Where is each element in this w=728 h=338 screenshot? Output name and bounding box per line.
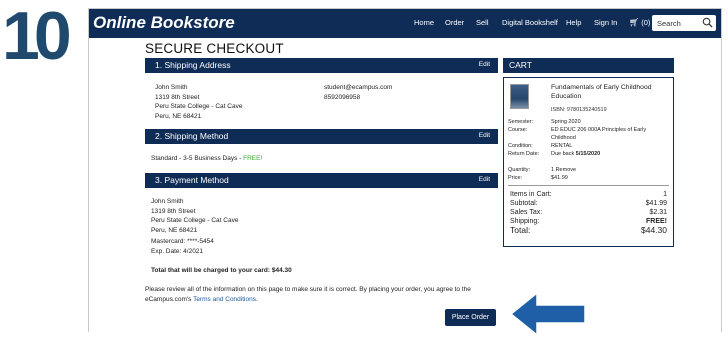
search-input[interactable]: [657, 18, 701, 28]
return-due-date: 5/15/2020: [575, 151, 601, 157]
search-icon[interactable]: [702, 17, 713, 28]
billing-street: 1319 8th Street: [151, 207, 196, 215]
items-in-cart-value: 1: [663, 191, 667, 198]
cart-header: CART: [503, 58, 674, 73]
nav-order[interactable]: Order: [445, 18, 464, 27]
payment-method-header: 3. Payment Method Edit: [145, 173, 498, 188]
review-text-line-2: eCampus.com's Terms and Conditions.: [145, 295, 471, 305]
review-text-prefix: eCampus.com's: [145, 295, 194, 303]
subtotal-value: $41.99: [645, 200, 667, 207]
place-order-button[interactable]: Place Order: [445, 309, 496, 326]
cart-panel: Fundamentals of Early Childhood Educatio…: [503, 77, 674, 247]
top-nav-bar: Online Bookstore Home Order Sell Digital…: [89, 9, 721, 38]
nav-sell[interactable]: Sell: [476, 18, 489, 27]
quantity-remove-link[interactable]: 1 Remove: [551, 167, 576, 175]
payment-method-heading: 3. Payment Method: [155, 175, 229, 185]
book-isbn: ISBN: 9780135240519: [551, 107, 607, 113]
shipping-method-text: Standard - 3-5 Business Days - FREE!: [151, 154, 262, 164]
edit-shipping-address-link[interactable]: Edit: [479, 61, 490, 68]
detail-label-course: Course:: [508, 127, 528, 133]
charge-total-text: Total that will be charged to your card:…: [151, 267, 292, 274]
shipping-contact-block: student@ecampus.com 8592096958: [324, 83, 392, 102]
review-notice: Please review all of the information on …: [145, 285, 471, 304]
book-title: Fundamentals of Early Childhood Educatio…: [551, 84, 652, 100]
edit-payment-method-link[interactable]: Edit: [479, 176, 490, 183]
total-label: Total:: [510, 225, 531, 235]
detail-label-condition: Condition:: [508, 143, 533, 149]
page-title: SECURE CHECKOUT: [145, 41, 284, 56]
shipping-phone: 8592096958: [324, 93, 361, 101]
detail-value-return-date: Due back 5/15/2020: [551, 151, 600, 159]
site-logo[interactable]: Online Bookstore: [93, 13, 235, 33]
nav-sign-in[interactable]: Sign In: [594, 18, 617, 27]
return-due-prefix: Due back: [551, 151, 576, 157]
shipping-email: student@ecampus.com: [324, 84, 393, 91]
nav-digital-bookshelf[interactable]: Digital Bookshelf: [502, 18, 558, 27]
detail-label-return-date: Return Date:: [508, 151, 540, 157]
shipping-address-block: John Smith 1319 8th Street Peru State Co…: [155, 83, 242, 121]
shipping-method-header: 2. Shipping Method Edit: [145, 129, 498, 144]
detail-value-price: $41.99: [551, 175, 568, 181]
review-text-line-1: Please review all of the information on …: [145, 286, 471, 293]
search-box: [652, 15, 716, 31]
terms-link[interactable]: Terms and Conditions: [193, 296, 256, 303]
detail-value-semester: Spring 2020: [551, 119, 581, 125]
shipping-method-heading: 2. Shipping Method: [155, 131, 229, 141]
card-number: Mastercard: ****-5454: [151, 238, 214, 245]
card-info-block: Mastercard: ****-5454 Exp. Date: 4/2021: [151, 237, 214, 256]
cart-icon: 🛒︎: [629, 18, 640, 27]
billing-org: Peru State College - Cat Cave: [151, 217, 239, 224]
shipping-method-label: Standard - 3-5 Business Days -: [151, 155, 244, 162]
billing-address-block: John Smith 1319 8th Street Peru State Co…: [151, 197, 238, 235]
detail-label-semester: Semester:: [508, 119, 534, 125]
shipping-address-heading: 1. Shipping Address: [155, 60, 231, 70]
billing-city: Peru, NE 68421: [151, 226, 198, 234]
nav-cart[interactable]: 🛒︎ (0): [629, 18, 650, 27]
book-cover-image: [510, 84, 529, 109]
sales-tax-label: Sales Tax:: [510, 209, 543, 216]
total-value: $44.30: [641, 225, 667, 235]
detail-label-quantity: Quantity:: [508, 167, 531, 173]
edit-shipping-method-link[interactable]: Edit: [479, 132, 490, 139]
card-exp-date: Exp. Date: 4/2021: [151, 247, 204, 255]
billing-name: John Smith: [151, 198, 184, 205]
cart-heading: CART: [509, 60, 532, 70]
shipping-street: 1319 8th Street: [155, 93, 200, 101]
shipping-address-header: 1. Shipping Address Edit: [145, 58, 498, 73]
detail-value-course: ED EDUC 206 000A Principles of Early Chi…: [551, 127, 647, 141]
cart-count: (0): [641, 18, 651, 27]
shipping-name: John Smith: [155, 84, 188, 91]
shipping-city: Peru, NE 68421: [155, 112, 202, 120]
shipping-free-label: FREE!: [243, 155, 263, 162]
subtotal-label: Subtotal:: [510, 200, 538, 207]
step-number: 10: [2, 0, 72, 74]
cart-divider: [508, 185, 669, 186]
nav-help[interactable]: Help: [566, 18, 581, 27]
items-in-cart-label: Items in Cart:: [510, 191, 552, 198]
detail-value-condition: RENTAL: [551, 143, 573, 149]
shipping-org: Peru State College - Cat Cave: [155, 103, 243, 110]
detail-label-price: Price:: [508, 175, 523, 181]
review-text-suffix: .: [255, 295, 258, 303]
sales-tax-value: $2.31: [649, 209, 667, 216]
nav-home[interactable]: Home: [414, 18, 434, 27]
browser-frame: Online Bookstore Home Order Sell Digital…: [88, 8, 722, 337]
